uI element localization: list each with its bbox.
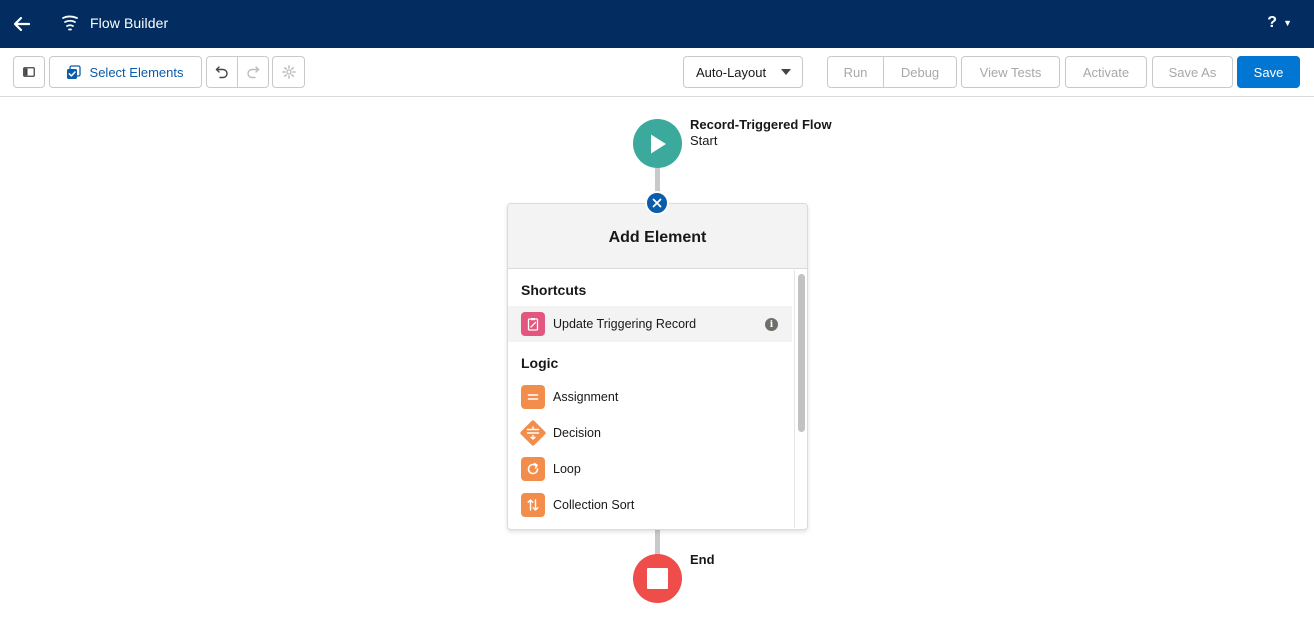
activate-button[interactable]: Activate: [1065, 56, 1147, 88]
gear-icon: [281, 65, 296, 79]
element-item-assignment[interactable]: Assignment: [508, 379, 792, 415]
toggle-panel-button[interactable]: [13, 56, 45, 88]
select-elements-button[interactable]: Select Elements: [49, 56, 202, 88]
select-checkbox-icon: [66, 64, 81, 79]
undo-button[interactable]: [206, 56, 238, 88]
app-header: Flow Builder ? ▼: [0, 0, 1314, 48]
section-title-logic: Logic: [521, 355, 559, 371]
run-button[interactable]: Run: [827, 56, 884, 88]
end-node[interactable]: [633, 554, 682, 603]
collection-sort-icon: [521, 493, 545, 517]
undo-icon: [215, 66, 228, 79]
view-tests-button[interactable]: View Tests: [961, 56, 1060, 88]
arrow-left-icon: [13, 16, 31, 32]
update-record-icon: [521, 312, 545, 336]
connector-line: [655, 529, 660, 555]
flow-logo-icon: [62, 15, 78, 31]
element-item-label: Collection Sort: [553, 498, 635, 512]
save-button[interactable]: Save: [1237, 56, 1300, 88]
scrollbar-thumb[interactable]: [798, 274, 805, 432]
debug-button[interactable]: Debug: [883, 56, 957, 88]
play-icon: [650, 134, 666, 153]
back-button[interactable]: [8, 10, 36, 38]
close-add-element-button[interactable]: [645, 191, 669, 215]
redo-icon: [247, 66, 260, 79]
element-item-label: Loop: [553, 462, 581, 476]
save-as-button[interactable]: Save As: [1152, 56, 1233, 88]
element-item-label: Decision: [553, 426, 601, 440]
info-icon[interactable]: i: [765, 318, 778, 331]
start-node-title: Record-Triggered Flow: [690, 117, 832, 132]
add-element-list: Shortcuts Update Triggering Record i Log…: [508, 270, 793, 529]
section-title-shortcuts: Shortcuts: [521, 282, 587, 298]
caret-down-icon: ▼: [1283, 18, 1292, 28]
help-icon: ?: [1267, 14, 1278, 31]
add-element-popover: Add Element Shortcuts Update Triggering …: [507, 203, 808, 530]
loop-icon: [521, 457, 545, 481]
stop-icon: [647, 568, 668, 589]
help-menu[interactable]: ? ▼: [1267, 14, 1292, 32]
end-node-label: End: [690, 552, 715, 567]
panel-icon: [23, 67, 35, 77]
assignment-icon: [521, 385, 545, 409]
decision-icon: [520, 420, 546, 446]
caret-down-icon: [781, 69, 791, 75]
toolbar: Select Elements Auto-Layout Run Debug Vi…: [0, 48, 1314, 97]
app-title: Flow Builder: [90, 15, 169, 31]
redo-button[interactable]: [237, 56, 269, 88]
close-icon: [652, 198, 662, 208]
element-item-label: Assignment: [553, 390, 619, 404]
select-elements-label: Select Elements: [89, 64, 184, 80]
layout-mode-select[interactable]: Auto-Layout: [683, 56, 803, 88]
element-item-decision[interactable]: Decision: [508, 415, 792, 451]
scrollbar[interactable]: [794, 270, 807, 528]
element-item-update-triggering-record[interactable]: Update Triggering Record i: [508, 306, 792, 342]
flow-settings-button[interactable]: [272, 56, 305, 88]
element-item-label: Update Triggering Record: [553, 317, 697, 331]
start-node[interactable]: [633, 119, 682, 168]
element-item-collection-sort[interactable]: Collection Sort: [508, 487, 792, 523]
start-node-subtitle: Start: [690, 133, 718, 148]
layout-mode-value: Auto-Layout: [696, 64, 767, 80]
element-item-loop[interactable]: Loop: [508, 451, 792, 487]
